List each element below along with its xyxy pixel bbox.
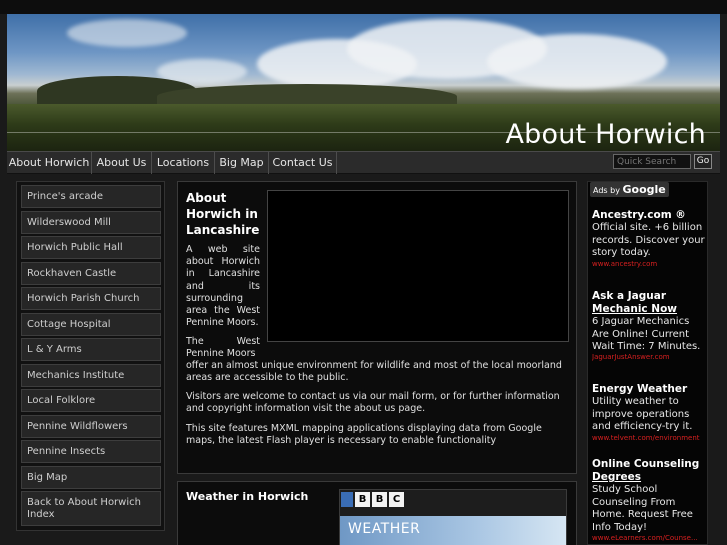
nav-locations[interactable]: Locations: [152, 152, 215, 174]
site-title: About Horwich: [505, 119, 706, 150]
mxml-text: This site features MXML mapping applicat…: [186, 423, 542, 447]
about-panel: About Horwich in Lancashire A web site a…: [177, 181, 577, 474]
moors-text: offer an almost unique environment for w…: [186, 360, 562, 384]
sidebar-item-l-y-arms[interactable]: L & Y Arms: [21, 338, 161, 361]
google-wordmark: Google: [622, 183, 666, 196]
sidebar-item-mechanics-institute[interactable]: Mechanics Institute: [21, 364, 161, 387]
bbc-weather-widget[interactable]: B B C WEATHER: [339, 489, 567, 545]
about-heading: About Horwich in Lancashire: [186, 191, 260, 237]
weather-banner: WEATHER: [340, 516, 566, 545]
header-banner: About Horwich: [7, 14, 720, 151]
intro-text: A web site about Horwich in Lancashire a…: [186, 244, 260, 329]
bbc-logo: B B C: [341, 492, 404, 509]
cloud-shape: [67, 19, 187, 47]
ad-body: Study School Counseling From Home. Reque…: [592, 484, 693, 533]
sidebar-item-cottage-hospital[interactable]: Cottage Hospital: [21, 313, 161, 336]
sidebar: Prince's arcade Wilderswood Mill Horwich…: [16, 181, 165, 531]
bbc-letter: B: [355, 492, 370, 507]
go-button[interactable]: Go: [694, 154, 712, 169]
bbc-letter: B: [372, 492, 387, 507]
ads-by-google-label[interactable]: Ads by Google: [590, 182, 669, 197]
bbc-logo-square: [341, 492, 353, 507]
ad-title[interactable]: Ask a Jaguar Mechanic Now: [592, 290, 708, 316]
weather-heading: Weather in Horwich: [186, 490, 309, 503]
sidebar-item-local-folklore[interactable]: Local Folklore: [21, 389, 161, 412]
sidebar-item-back-to-index[interactable]: Back to About Horwich Index: [21, 491, 161, 526]
sidebar-item-rockhaven-castle[interactable]: Rockhaven Castle: [21, 262, 161, 285]
ad-url[interactable]: www.eLearners.com/Counse...: [592, 534, 710, 542]
ad-title[interactable]: Online Counseling Degrees: [592, 458, 708, 484]
sidebar-item-wilderswood-mill[interactable]: Wilderswood Mill: [21, 211, 161, 234]
ad-url[interactable]: www.telvent.com/environment: [592, 434, 710, 442]
ads-column: Ads by Google Ancestry.com ® Official si…: [587, 181, 708, 545]
ads-by-text: Ads by: [593, 186, 620, 195]
bbc-letter: C: [389, 492, 404, 507]
weather-banner-text: WEATHER: [348, 521, 421, 537]
ad-url[interactable]: www.ancestry.com: [592, 260, 710, 268]
quick-search-input[interactable]: [613, 154, 691, 169]
main-nav: About Horwich About Us Locations Big Map…: [7, 151, 720, 174]
ad-title[interactable]: Energy Weather: [592, 383, 708, 396]
sidebar-item-parish-church[interactable]: Horwich Parish Church: [21, 287, 161, 310]
ad-title-link[interactable]: Degrees: [592, 471, 641, 483]
sidebar-item-pennine-insects[interactable]: Pennine Insects: [21, 440, 161, 463]
cloud-shape: [487, 34, 667, 89]
ad-title-link[interactable]: Mechanic Now: [592, 303, 677, 315]
ad-title[interactable]: Ancestry.com ®: [592, 209, 708, 222]
weather-panel: Weather in Horwich B B C WEATHER: [177, 481, 577, 545]
sidebar-item-big-map[interactable]: Big Map: [21, 466, 161, 489]
sidebar-item-public-hall[interactable]: Horwich Public Hall: [21, 236, 161, 259]
sidebar-item-pennine-wildflowers[interactable]: Pennine Wildflowers: [21, 415, 161, 438]
nav-about-us[interactable]: About Us: [92, 152, 152, 174]
nav-about-horwich[interactable]: About Horwich: [7, 152, 92, 174]
ad-body: Official site. +6 billion records. Disco…: [592, 222, 705, 259]
ad-title-plain: Online Counseling: [592, 458, 700, 470]
nav-contact-us[interactable]: Contact Us: [269, 152, 337, 174]
ad-title-plain: Ask a Jaguar: [592, 290, 667, 302]
ad-url[interactable]: JaguarJustAnswer.com: [592, 353, 710, 361]
ad-body: Utility weather to improve operations an…: [592, 396, 693, 433]
contact-text: Visitors are welcome to contact us via o…: [186, 391, 560, 415]
ad-body: 6 Jaguar Mechanics Are Online! Current W…: [592, 316, 701, 353]
nav-big-map[interactable]: Big Map: [215, 152, 269, 174]
sidebar-item-princes-arcade[interactable]: Prince's arcade: [21, 185, 161, 208]
moors-heading-text: The West Pennine Moors: [186, 336, 260, 360]
video-embed[interactable]: [267, 190, 569, 342]
top-strip: [0, 0, 727, 14]
